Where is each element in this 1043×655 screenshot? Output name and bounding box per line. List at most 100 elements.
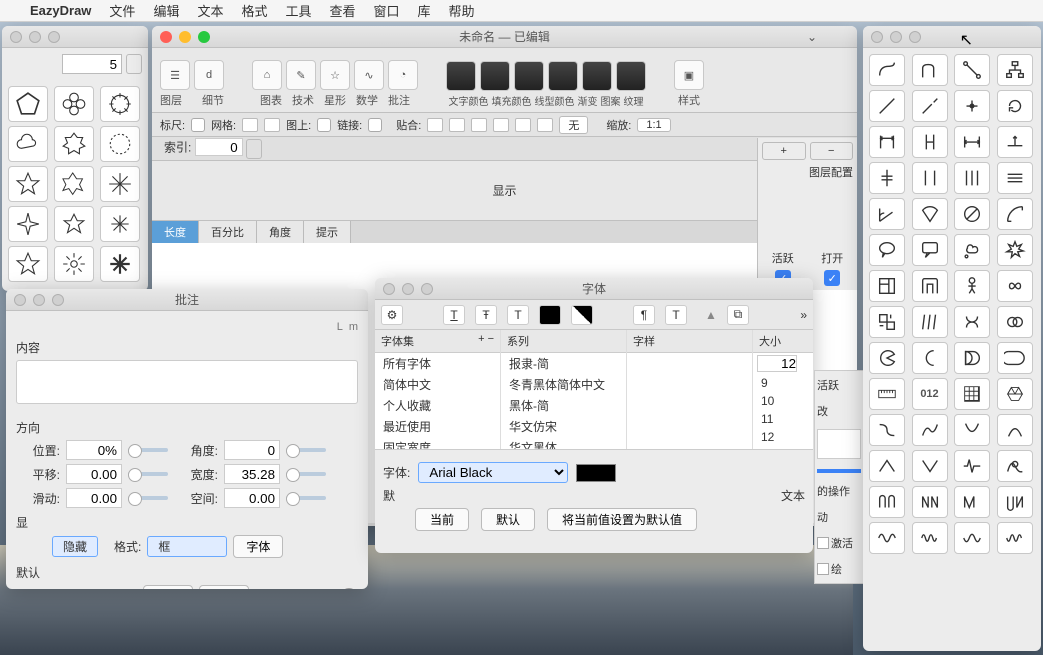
tool-line-diag[interactable]	[954, 54, 990, 86]
tool-align-hc[interactable]	[869, 162, 905, 194]
ruler-check[interactable]	[191, 118, 205, 132]
shape-cloud[interactable]	[8, 126, 48, 162]
tool-zig-nn[interactable]	[912, 486, 948, 518]
tool-parallel[interactable]	[912, 306, 948, 338]
menu-file[interactable]: 文件	[109, 1, 135, 20]
tab-percent[interactable]: 百分比	[199, 221, 257, 243]
menu-window[interactable]: 窗口	[374, 1, 400, 20]
index-input[interactable]	[195, 138, 243, 156]
font-titlebar[interactable]: 字体	[375, 278, 813, 300]
tool-wave-s2[interactable]	[912, 414, 948, 446]
tool-infinity[interactable]	[997, 270, 1033, 302]
tab-length[interactable]: 长度	[152, 221, 199, 243]
index-stepper[interactable]	[246, 139, 262, 159]
tool-dim-up[interactable]	[997, 126, 1033, 158]
shape-gear[interactable]	[100, 86, 140, 122]
tools-titlebar[interactable]	[863, 26, 1041, 48]
size-item[interactable]: 10	[753, 392, 813, 410]
tool-sine1[interactable]	[869, 522, 905, 554]
tool-loop[interactable]	[997, 450, 1033, 482]
grid-btn1[interactable]	[242, 118, 258, 132]
slide-input[interactable]	[66, 488, 122, 508]
snap-btn1[interactable]	[427, 118, 443, 132]
fillcolor-icon[interactable]	[480, 61, 510, 91]
tool-caret-down[interactable]	[912, 450, 948, 482]
tool-caret-up[interactable]	[869, 450, 905, 482]
corner-m-icon[interactable]: m	[349, 321, 358, 333]
tool-maze1[interactable]	[869, 270, 905, 302]
tool-zig-mix2[interactable]	[997, 486, 1033, 518]
help-icon[interactable]: ?	[340, 588, 358, 590]
annot-default-button[interactable]: 默认	[199, 585, 249, 589]
tool-ruler-num[interactable]	[869, 378, 905, 410]
document-titlebar[interactable]: 未命名 — 已编辑 ⌄	[152, 26, 857, 48]
menu-view[interactable]: 查看	[330, 1, 356, 20]
tool-burst[interactable]	[997, 234, 1033, 266]
underline-icon[interactable]: T	[443, 305, 465, 325]
chart-icon[interactable]: ⌂	[252, 60, 282, 90]
zoom-select[interactable]: 1:1	[637, 118, 670, 132]
chevron-more-icon[interactable]: »	[800, 308, 807, 322]
shapes-titlebar[interactable]	[2, 26, 148, 48]
menu-text[interactable]: 文本	[197, 1, 223, 20]
texture-icon[interactable]	[616, 61, 646, 91]
slider-icon[interactable]: ⧉	[727, 305, 749, 325]
tool-zig-uu[interactable]	[869, 486, 905, 518]
menu-tools[interactable]: 工具	[285, 1, 311, 20]
annotate-icon[interactable]: ◔	[388, 60, 418, 90]
translate-slider[interactable]	[128, 472, 168, 476]
tool-connector-n[interactable]	[912, 54, 948, 86]
tech-icon[interactable]: ✎	[286, 60, 316, 90]
tool-pen2[interactable]	[912, 90, 948, 122]
ontop-check[interactable]	[317, 118, 331, 132]
menu-format[interactable]: 格式	[241, 1, 267, 20]
font-gear-icon[interactable]: ⚙	[381, 305, 403, 325]
tool-rotate[interactable]	[997, 90, 1033, 122]
angle-input[interactable]	[224, 440, 280, 460]
tool-zig-mix1[interactable]	[954, 486, 990, 518]
activate-check[interactable]	[817, 537, 829, 549]
shape-seal[interactable]	[54, 126, 94, 162]
menu-edit[interactable]: 编辑	[153, 1, 179, 20]
layer-minus[interactable]: −	[810, 142, 854, 160]
angle-slider[interactable]	[286, 448, 326, 452]
translate-input[interactable]	[66, 464, 122, 484]
size-item[interactable]: 13	[753, 446, 813, 449]
font-setdefault-button[interactable]: 将当前值设置为默认值	[547, 508, 697, 531]
tool-012[interactable]: 012	[912, 378, 948, 410]
coll-item[interactable]: 个人收藏	[375, 395, 500, 416]
content-textarea[interactable]	[16, 360, 358, 404]
size-item[interactable]: 12	[753, 428, 813, 446]
tool-dim-h[interactable]	[954, 126, 990, 158]
series-item[interactable]: 华文黑体	[501, 437, 626, 449]
tool-connector-s[interactable]	[869, 54, 905, 86]
tool-pac[interactable]	[869, 342, 905, 374]
draw-check[interactable]	[817, 563, 829, 575]
tab-hint[interactable]: 提示	[304, 221, 351, 243]
layer-open-check[interactable]: ✓	[824, 270, 840, 286]
tool-grid[interactable]	[954, 378, 990, 410]
space-slider[interactable]	[286, 496, 326, 500]
shape-star5[interactable]	[8, 166, 48, 202]
math-icon[interactable]: ∿	[354, 60, 384, 90]
color-swatch-split[interactable]	[571, 305, 593, 325]
strikethrough-icon[interactable]: Ŧ	[475, 305, 497, 325]
shape-sides-stepper[interactable]	[126, 54, 142, 74]
tool-speech-round[interactable]	[869, 234, 905, 266]
ttext-icon[interactable]: T	[665, 305, 687, 325]
tool-orgchart[interactable]	[997, 54, 1033, 86]
tool-dim-v[interactable]	[912, 126, 948, 158]
shape-star-notch[interactable]	[8, 246, 48, 282]
color-swatch-black[interactable]	[539, 305, 561, 325]
shape-pentagon[interactable]	[8, 86, 48, 122]
coll-item[interactable]: 简体中文	[375, 374, 500, 395]
tool-moon[interactable]	[912, 342, 948, 374]
shape-burst2[interactable]	[54, 246, 94, 282]
tool-circle-line[interactable]	[954, 198, 990, 230]
tool-three-bars[interactable]	[954, 162, 990, 194]
series-item[interactable]: 报隶-简	[501, 353, 626, 374]
annot-current-button[interactable]: 当前	[143, 585, 193, 589]
shape-star6[interactable]	[54, 166, 94, 202]
tool-pen1[interactable]	[869, 90, 905, 122]
tool-knot[interactable]	[954, 306, 990, 338]
